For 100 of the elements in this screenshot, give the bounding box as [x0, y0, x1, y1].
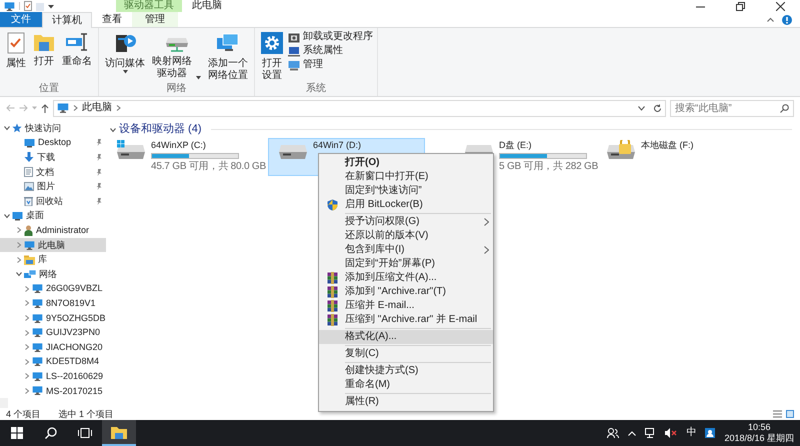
computer-icon: [288, 60, 300, 70]
menu-item[interactable]: 格式化(A)...: [319, 330, 493, 344]
chevron-icon: [116, 105, 121, 111]
ribbon-tab[interactable]: 查看: [92, 12, 132, 27]
ribbon-button[interactable]: 访问媒体: [103, 31, 147, 83]
ribbon-button[interactable]: 映射网络 驱动器: [150, 31, 203, 83]
clock-time: 10:56: [746, 422, 772, 433]
navigation-item[interactable]: 回收站: [0, 194, 106, 209]
chevron-icon: [4, 125, 10, 132]
chevron-icon: [24, 315, 30, 322]
navigation-item[interactable]: 图片: [0, 179, 106, 194]
drive-name: D盘 (E:): [499, 140, 532, 151]
shield-icon: [326, 199, 338, 211]
details-view-icon: [773, 410, 782, 418]
navigation-item[interactable]: 8N7O819V1: [0, 296, 106, 311]
navigation-item[interactable]: 网络: [0, 266, 106, 282]
caret-icon: [638, 106, 645, 110]
ribbon-button[interactable]: 打开 设置: [259, 31, 285, 83]
chevron-icon: [24, 388, 30, 394]
document-icon: [24, 167, 33, 178]
navigation-item[interactable]: LS--20160629: [0, 369, 106, 384]
chevron-icon: [24, 373, 30, 380]
menu-item[interactable]: 添加到 "Archive.rar"(T): [319, 285, 493, 299]
address-bar[interactable]: 此电脑: [53, 100, 666, 116]
ribbon-tab[interactable]: 计算机: [42, 12, 92, 28]
group-label: 系统: [305, 83, 327, 96]
menu-item[interactable]: 固定到“快速访问”: [319, 184, 493, 198]
breadcrumb[interactable]: 此电脑: [82, 102, 112, 114]
group-header[interactable]: 设备和驱动器 (4): [119, 123, 202, 136]
chevron-icon: [16, 271, 22, 278]
menu-item[interactable]: 还原以前的版本(V): [319, 229, 493, 243]
people-icon: [607, 427, 620, 439]
monitor-icon: [32, 312, 43, 324]
menu-item[interactable]: 固定到“开始”屏幕(P): [319, 257, 493, 271]
navigation-item[interactable]: 桌面: [0, 208, 106, 224]
menu-item[interactable]: 压缩并 E-mail...: [319, 299, 493, 313]
program-box-icon: [288, 32, 300, 42]
navigation-item[interactable]: JIACHONG20: [0, 340, 106, 354]
monitor-icon: [32, 298, 43, 309]
ribbon-tab[interactable]: 管理: [132, 12, 178, 27]
menu-item[interactable]: 创建快捷方式(S): [319, 364, 493, 378]
menu-item[interactable]: 添加到压缩文件(A)...: [319, 271, 493, 285]
navigation-item[interactable]: 此电脑: [0, 238, 106, 252]
navigation-item[interactable]: 26G0G9VBZL: [0, 282, 106, 296]
ribbon-button[interactable]: 添加一个 网络位置: [206, 31, 250, 83]
search-field[interactable]: 搜索“此电脑”: [670, 100, 794, 116]
navigation-item[interactable]: Desktop: [0, 136, 106, 150]
back-arrow-icon: [6, 104, 15, 112]
media-server-icon: [114, 32, 136, 54]
pin-icon: [96, 168, 102, 176]
menu-item[interactable]: 重命名(M): [319, 378, 493, 392]
menu-item[interactable]: 授予访问权限(G): [319, 215, 493, 229]
caret-icon: [48, 4, 54, 8]
navigation-item[interactable]: KDE5TD8M4: [0, 354, 106, 370]
checklist-icon: [6, 32, 26, 54]
archive-books-icon: [326, 286, 338, 298]
pin-icon: [96, 183, 102, 190]
caret-icon: [32, 106, 37, 110]
caret-icon: [196, 76, 201, 80]
drive-icon: [605, 140, 637, 160]
monitor-icon: [32, 327, 43, 338]
monitor-icon: [4, 0, 15, 12]
file-explorer-button[interactable]: [102, 420, 136, 446]
menu-item[interactable]: 启用 BitLocker(B): [319, 198, 493, 212]
refresh-icon: [653, 104, 662, 112]
navigation-item[interactable]: 库: [0, 252, 106, 267]
navigation-item[interactable]: 下载: [0, 150, 106, 165]
archive-books-icon: [326, 272, 338, 284]
drive-name: 本地磁盘 (F:): [641, 140, 694, 151]
ribbon-button[interactable]: 打开: [31, 31, 57, 83]
navigation-item[interactable]: Administrator: [0, 223, 106, 238]
chevron-icon: [16, 242, 22, 248]
navigation-item[interactable]: 9Y5OZHG5DB: [0, 310, 106, 326]
free-space-text: 45.7 GB 可用，共 80.0 GB: [151, 161, 266, 174]
notification-icon: [705, 428, 716, 438]
free-space-text: 5 GB 可用，共 282 GB: [499, 161, 598, 174]
task-view-icon: [78, 428, 92, 438]
drive-tile[interactable]: 64WinXP (C:) 45.7 GB 可用，共 80.0 GB: [106, 138, 268, 176]
navigation-item[interactable]: GUIJV23PN0: [0, 325, 106, 340]
navigation-item[interactable]: 快速访问: [0, 121, 106, 136]
collapse-ribbon-icon: [767, 17, 774, 22]
menu-item[interactable]: 复制(C): [319, 347, 493, 361]
menu-item[interactable]: 压缩到 "Archive.rar" 并 E-mail: [319, 313, 493, 327]
ribbon-button[interactable]: 卸载或更改程序: [288, 31, 373, 43]
menu-item[interactable]: 包含到库中(I): [319, 243, 493, 257]
menu-item[interactable]: 属性(R): [319, 395, 493, 409]
chevron-icon: [16, 256, 22, 263]
ribbon-button[interactable]: 重命名: [60, 31, 94, 83]
ribbon-button[interactable]: 属性: [4, 31, 28, 83]
input-method-indicator[interactable]: 中: [686, 427, 696, 439]
navigation-item[interactable]: 文档: [0, 164, 106, 180]
chevron-icon: [24, 286, 30, 292]
navigation-item[interactable]: MS-20170215: [0, 384, 106, 398]
group-label: 位置: [38, 83, 60, 96]
clock[interactable]: 10:56 2018/8/16 星期四: [724, 422, 794, 444]
ribbon-tab[interactable]: 文件: [0, 12, 42, 27]
drive-name: 64WinXP (C:): [151, 140, 207, 151]
ribbon-button[interactable]: 系统属性: [288, 45, 373, 57]
recycle-bin-icon: [24, 196, 33, 206]
ribbon-button[interactable]: 管理: [288, 59, 373, 71]
